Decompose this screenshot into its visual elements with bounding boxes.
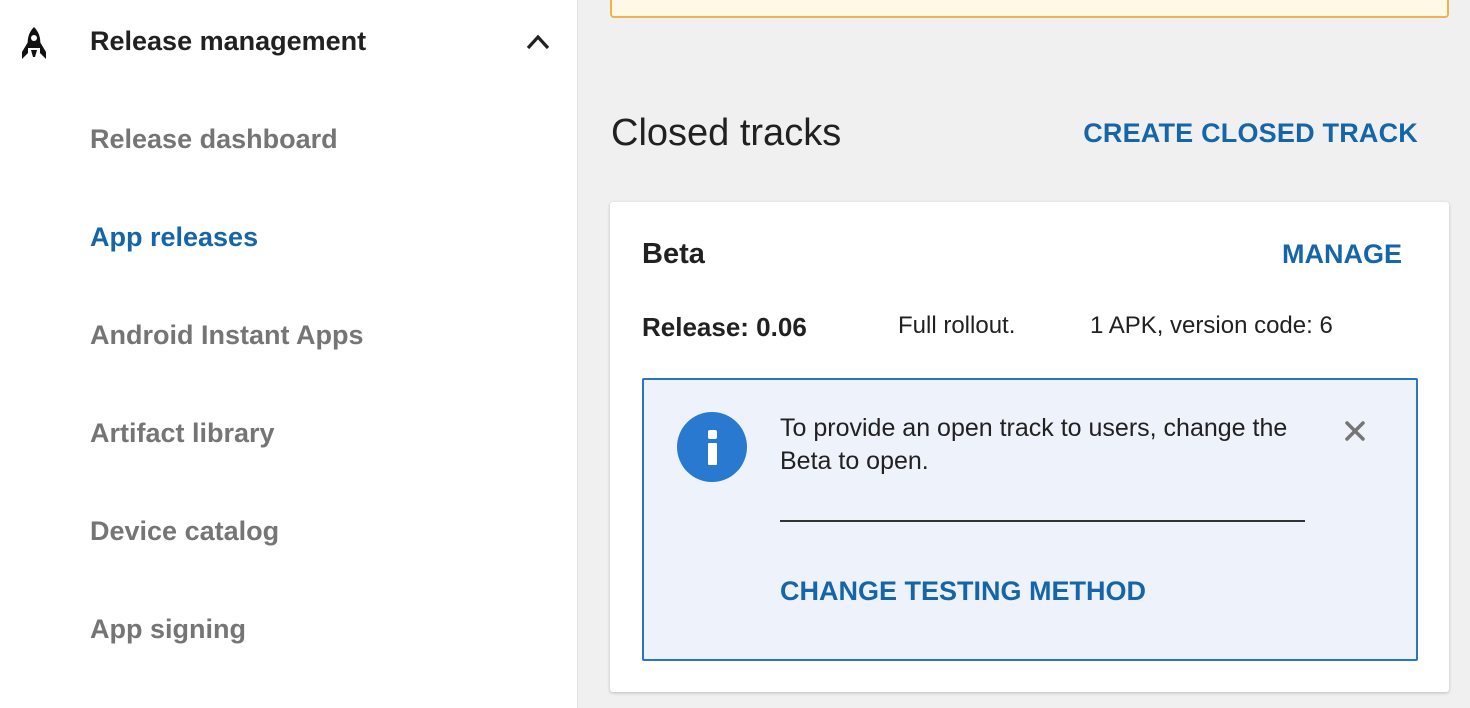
rollout-status: Full rollout. bbox=[898, 312, 1016, 339]
track-title: Beta bbox=[642, 238, 705, 270]
sidebar-item-artifact-library[interactable]: Artifact library bbox=[90, 418, 275, 449]
sidebar-item-android-instant-apps[interactable]: Android Instant Apps bbox=[90, 320, 363, 351]
release-management-toggle[interactable]: Release management bbox=[0, 0, 578, 88]
track-card: Beta MANAGE Release: 0.06 Full rollout. … bbox=[610, 202, 1449, 692]
sidebar-item-app-releases[interactable]: App releases bbox=[90, 222, 258, 253]
sidebar-item-app-signing[interactable]: App signing bbox=[90, 614, 246, 645]
warning-banner bbox=[610, 0, 1449, 18]
release-version: Release: 0.06 bbox=[642, 312, 807, 342]
sidebar-item-device-catalog[interactable]: Device catalog bbox=[90, 516, 279, 547]
info-message: To provide an open track to users, chang… bbox=[780, 414, 1288, 475]
close-icon[interactable] bbox=[1342, 418, 1368, 444]
chevron-up-icon[interactable] bbox=[524, 30, 552, 54]
info-icon bbox=[677, 412, 747, 482]
sidebar-item-release-dashboard[interactable]: Release dashboard bbox=[90, 124, 338, 155]
create-closed-track-button[interactable]: CREATE CLOSED TRACK bbox=[1083, 118, 1418, 149]
info-notice: To provide an open track to users, chang… bbox=[642, 378, 1418, 661]
release-management-label: Release management bbox=[90, 26, 367, 56]
apk-info: 1 APK, version code: 6 bbox=[1090, 312, 1333, 339]
change-testing-method-button[interactable]: CHANGE TESTING METHOD bbox=[780, 576, 1146, 607]
main-content: Closed tracks CREATE CLOSED TRACK Beta M… bbox=[579, 0, 1470, 708]
sidebar: Release management Release dashboard App… bbox=[0, 0, 578, 708]
section-title: Closed tracks bbox=[611, 112, 842, 154]
manage-button[interactable]: MANAGE bbox=[1282, 239, 1402, 270]
rocket-icon bbox=[22, 27, 46, 59]
divider bbox=[780, 520, 1305, 522]
